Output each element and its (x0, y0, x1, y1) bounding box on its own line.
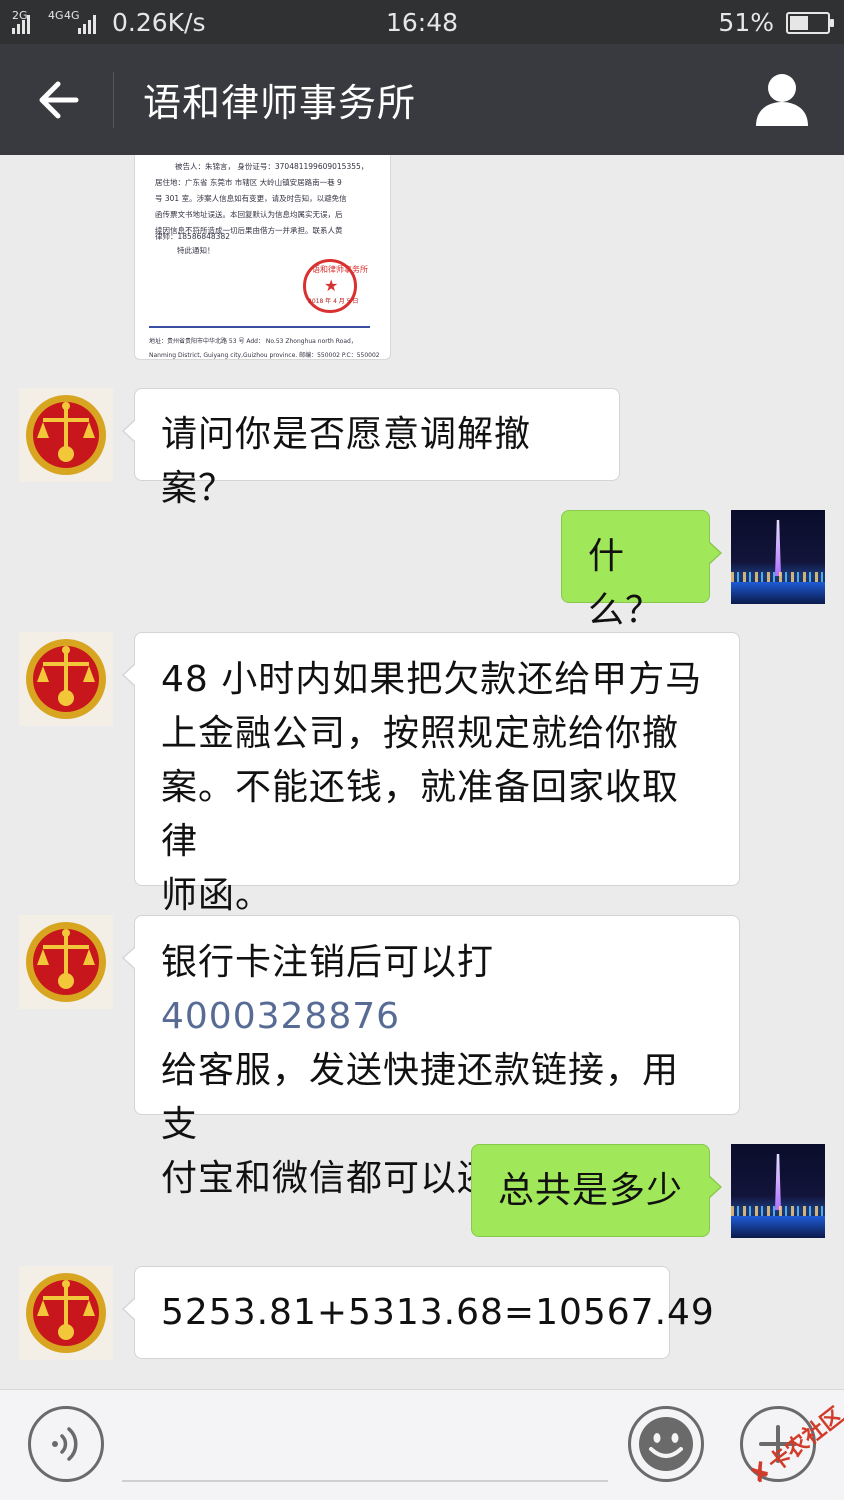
doc-line: 居住地：广东省 东莞市 市辖区 大岭山镇安居路南一巷 9 (155, 178, 342, 187)
message-line: 给客服，发送快捷还款链接，用支 (161, 1050, 680, 1145)
doc-line: 号 301 室。涉案人信息如有变更，请及时告知，以避免信 (155, 194, 347, 203)
voice-icon (52, 1427, 78, 1461)
document-image-message[interactable]: 被告人：朱锦言， 身份证号：370481199609015355， 居住地：广东… (134, 155, 391, 360)
message-bubble-self[interactable]: 总共是多少 (471, 1144, 722, 1237)
court-emblem-icon (19, 632, 113, 726)
voice-button[interactable] (28, 1406, 104, 1482)
court-emblem-icon (19, 388, 113, 482)
phone-link[interactable]: 4000328876 (161, 996, 400, 1037)
doc-line: 被告人：朱锦言， 身份证号：370481199609015355， (175, 162, 369, 171)
chat-title: 语和律师事务所 (143, 81, 417, 125)
sender-avatar[interactable] (19, 388, 113, 482)
back-button[interactable] (22, 64, 94, 136)
message-text: 5253.81+5313.68=10567.49 (161, 1292, 715, 1333)
back-arrow-icon (39, 81, 79, 119)
city-night-photo-icon (731, 1144, 825, 1238)
sender-avatar[interactable] (19, 1266, 113, 1360)
message-line: 案。不能还钱，就准备回家收取律 (161, 767, 680, 862)
message-bubble[interactable]: 48 小时内如果把欠款还给甲方马 上金融公司，按照规定就给你撤 案。不能还钱，就… (122, 632, 740, 916)
battery-fill (790, 15, 808, 30)
seal-text: 语和律师事务所 (312, 265, 368, 274)
chat-info-button[interactable] (750, 68, 814, 132)
emoji-button[interactable] (628, 1406, 704, 1482)
battery-icon (786, 11, 834, 34)
message-line: 48 小时内如果把欠款还给甲方马 (161, 659, 703, 700)
seal-date: 2018 年 4 月 5 日 (308, 298, 359, 305)
message-input[interactable] (122, 1480, 608, 1482)
sender-avatar[interactable] (19, 915, 113, 1009)
doc-divider (149, 326, 370, 328)
message-bubble[interactable]: 银行卡注销后可以打 4000328876 给客服，发送快捷还款链接，用支 付宝和… (122, 915, 740, 1199)
status-time: 16:48 (385, 8, 459, 37)
message-text: 什么？ (588, 536, 663, 631)
law-firm-seal: 语和律师事务所 ★ 2018 年 4 月 5 日 (303, 259, 368, 313)
battery-percent: 51% (718, 8, 774, 37)
message-bubble[interactable]: 请问你是否愿意调解撤案？ (122, 388, 620, 509)
emoji-icon (639, 1417, 693, 1471)
city-night-photo-icon (731, 510, 825, 604)
input-bar (0, 1389, 844, 1500)
my-avatar[interactable] (731, 1144, 825, 1238)
doc-footer: Nanming District, Guiyang city,Guizhou p… (149, 352, 380, 359)
status-bar: 2G 4G 4G 0.26K/s 16:48 51% (0, 0, 844, 44)
doc-line: 律师：18586848382 (155, 232, 230, 241)
message-bubble-self[interactable]: 什么？ (561, 510, 722, 631)
doc-line: 特此通知！ (177, 246, 215, 255)
message-text: 请问你是否愿意调解撤案？ (161, 414, 532, 509)
chat-header: 语和律师事务所 (0, 44, 844, 155)
doc-line: 函传票文书地址误送。本回复默认为信息均属实无误，后 (155, 210, 343, 219)
court-emblem-icon (19, 1266, 113, 1360)
seal-star-icon: ★ (324, 276, 339, 295)
header-divider (113, 72, 114, 128)
sender-avatar[interactable] (19, 632, 113, 726)
message-line: 银行卡注销后可以打 4000328876 (161, 936, 713, 1044)
message-text: 银行卡注销后可以打 (161, 942, 495, 983)
court-emblem-icon (19, 915, 113, 1009)
doc-footer: 地址：贵州省贵阳市中华北路 53 号 Add： No.53 Zhonghua n… (149, 338, 357, 345)
message-line: 上金融公司，按照规定就给你撤 (161, 713, 680, 754)
status-right: 51% (718, 8, 834, 37)
my-avatar[interactable] (731, 510, 825, 604)
message-bubble[interactable]: 5253.81+5313.68=10567.49 (122, 1266, 714, 1359)
person-icon (756, 74, 808, 126)
message-text: 总共是多少 (498, 1170, 684, 1211)
chat-area[interactable]: 被告人：朱锦言， 身份证号：370481199609015355， 居住地：广东… (0, 155, 844, 1389)
